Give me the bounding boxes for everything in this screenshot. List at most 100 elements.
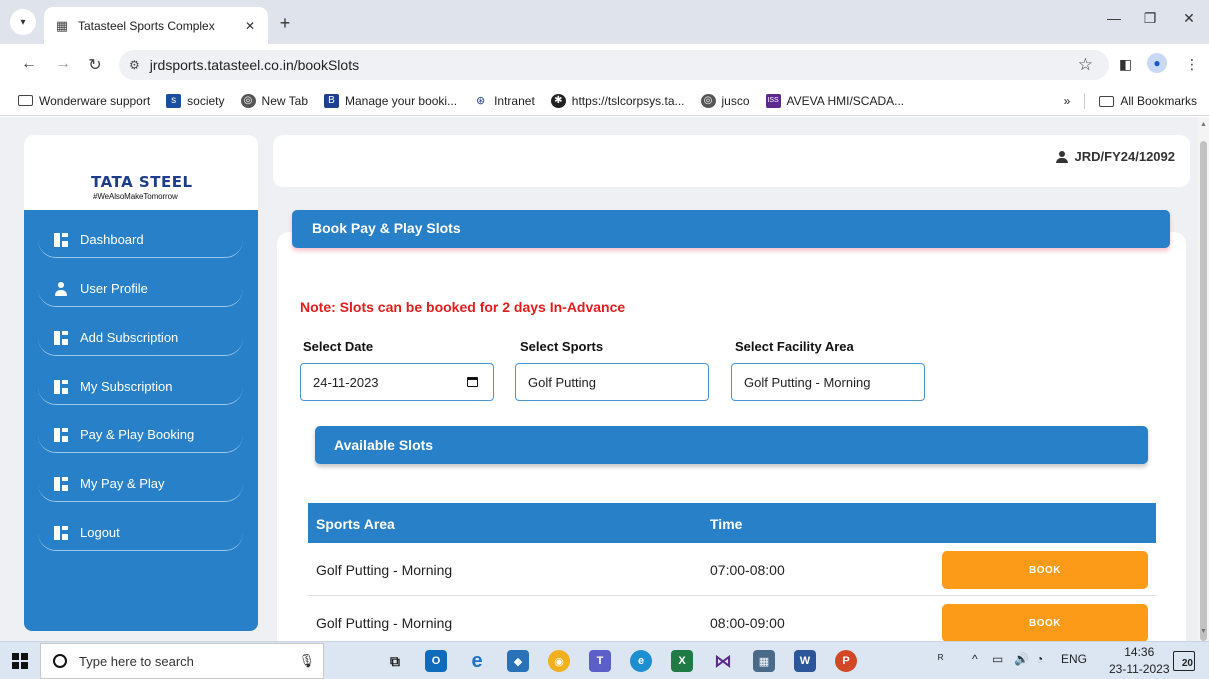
page-title: Book Pay & Play Slots	[292, 210, 1170, 248]
bookmark-aveva[interactable]: ISS AVEVA HMI/SCADA...	[765, 93, 904, 108]
page-scrollbar[interactable]: ▲ ▼	[1198, 117, 1209, 641]
word-icon[interactable]: W	[794, 650, 816, 672]
sports-value: Golf Putting	[528, 374, 596, 390]
all-bookmarks[interactable]: All Bookmarks	[1099, 94, 1197, 108]
windows-taskbar: Type here to search 🎙 ⧉ O e ◆ ◉ T e X ⋈ …	[0, 641, 1209, 679]
sports-label: Select Sports	[520, 339, 604, 354]
date-input[interactable]: 24-11-2023	[300, 363, 494, 401]
tata-steel-logo[interactable]: TATA STEEL	[91, 173, 193, 191]
book-button[interactable]: BOOK	[942, 604, 1148, 641]
sidebar-item-dashboard[interactable]: Dashboard	[38, 222, 243, 258]
tata-icon: ⊛	[473, 93, 489, 108]
sidebar-item-logout[interactable]: Logout	[38, 515, 243, 551]
sports-select[interactable]: Golf Putting	[515, 363, 709, 401]
teams-icon[interactable]: T	[589, 650, 611, 672]
visual-studio-icon[interactable]: ⋈	[712, 650, 734, 672]
task-view-icon[interactable]: ⧉	[384, 650, 406, 672]
calculator-icon[interactable]: ▦	[753, 650, 775, 672]
close-tab-icon[interactable]: ✕	[242, 19, 258, 33]
slot-area: Golf Putting - Morning	[316, 562, 453, 578]
browser-toolbar: ← → ↻ ⚙ jrdsports.tatasteel.co.in/bookSl…	[0, 44, 1209, 86]
tray-overflow-icon[interactable]: ^	[972, 652, 978, 666]
excel-icon[interactable]: X	[671, 650, 693, 672]
bookmark-wonderware[interactable]: Wonderware support	[18, 94, 150, 108]
powerpoint-icon[interactable]: P	[835, 650, 857, 672]
battery-icon[interactable]: ▭	[992, 652, 1003, 666]
outlook-icon[interactable]: O	[425, 650, 447, 672]
grid-icon	[54, 232, 68, 247]
profile-avatar-icon[interactable]: ●	[1147, 53, 1167, 73]
grid-icon	[54, 476, 68, 491]
url-text[interactable]: jrdsports.tatasteel.co.in/bookSlots	[150, 57, 359, 73]
bookmark-jusco[interactable]: ◎ jusco	[700, 93, 750, 108]
page-content: TATA STEEL #WeAlsoMakeTomorrow Dashboard…	[0, 117, 1198, 641]
facility-select[interactable]: Golf Putting - Morning	[731, 363, 925, 401]
volume-icon[interactable]: 🔊	[1014, 652, 1029, 666]
minimize-icon[interactable]: —	[1099, 10, 1129, 26]
chrome-icon: ◎	[700, 93, 716, 108]
bookmark-tslcorpsys[interactable]: ✱ https://tslcorpsys.ta...	[550, 93, 685, 108]
chrome-icon[interactable]: ◉	[548, 650, 570, 672]
new-tab-icon[interactable]: +	[274, 12, 296, 34]
back-icon[interactable]: ←	[18, 55, 40, 73]
notification-center-icon[interactable]: 20	[1173, 651, 1195, 671]
edge-icon[interactable]: e	[630, 650, 652, 672]
sidebar-item-label: My Subscription	[80, 379, 173, 394]
book-button[interactable]: BOOK	[942, 551, 1148, 589]
restore-icon[interactable]: ❐	[1135, 10, 1165, 27]
calendar-icon[interactable]	[467, 377, 478, 387]
bookmark-intranet[interactable]: ⊛ Intranet	[473, 93, 535, 108]
close-window-icon[interactable]: ✕	[1174, 10, 1204, 27]
user-id[interactable]: JRD/FY24/12092	[1055, 149, 1175, 164]
folder-icon	[18, 95, 33, 106]
sidebar-item-label: Pay & Play Booking	[80, 427, 195, 442]
scroll-thumb[interactable]	[1200, 141, 1207, 641]
sidebar-item-add-subscription[interactable]: Add Subscription	[38, 320, 243, 356]
side-panel-icon[interactable]: ◧	[1119, 56, 1132, 73]
bookmark-new-tab[interactable]: ◎ New Tab	[240, 93, 308, 108]
society-icon: s	[166, 93, 182, 108]
grid-icon	[54, 379, 68, 394]
taskbar-search-box[interactable]: Type here to search 🎙	[40, 643, 324, 679]
scroll-down-icon[interactable]: ▼	[1200, 628, 1207, 635]
facility-label: Select Facility Area	[735, 339, 854, 354]
app-icon[interactable]: ◆	[507, 650, 529, 672]
table-row: Golf Putting - Morning 07:00-08:00 BOOK	[308, 543, 1156, 596]
taskbar-clock[interactable]: 14:36 23-11-2023	[1109, 644, 1170, 678]
site-info-icon[interactable]: ⚙	[129, 58, 140, 72]
sidebar-item-label: Dashboard	[80, 232, 144, 247]
wifi-icon[interactable]: ◔	[1036, 652, 1043, 666]
sidebar-item-my-subscription[interactable]: My Subscription	[38, 369, 243, 405]
people-icon[interactable]: ᴿ	[938, 652, 943, 666]
reload-icon[interactable]: ↻	[84, 55, 106, 75]
grid-icon	[54, 330, 68, 345]
tab-search-icon[interactable]: ▾	[10, 9, 36, 35]
bookmark-manage-booking[interactable]: B Manage your booki...	[324, 93, 457, 108]
bookmarks-overflow-icon[interactable]: »	[1064, 94, 1071, 108]
globe-icon: ✱	[550, 93, 566, 108]
slot-time: 07:00-08:00	[710, 562, 785, 578]
address-bar[interactable]: ⚙ jrdsports.tatasteel.co.in/bookSlots ☆	[119, 50, 1109, 80]
slot-area: Golf Putting - Morning	[316, 615, 453, 631]
booking-icon: B	[324, 93, 340, 108]
bookmark-society[interactable]: s society	[166, 93, 225, 108]
folder-icon	[1099, 95, 1115, 107]
scroll-up-icon[interactable]: ▲	[1200, 121, 1207, 128]
bookmark-star-icon[interactable]: ☆	[1078, 55, 1093, 75]
browser-tab[interactable]: ▦ Tatasteel Sports Complex ✕	[44, 7, 268, 44]
microphone-icon[interactable]: 🎙	[298, 653, 315, 669]
sidebar-item-pay-play-booking[interactable]: Pay & Play Booking	[38, 417, 243, 453]
user-icon	[1055, 150, 1068, 163]
language-indicator[interactable]: ENG	[1061, 652, 1087, 666]
menu-icon[interactable]: ⋮	[1185, 56, 1199, 73]
windows-start-icon[interactable]	[12, 653, 28, 669]
grid-icon	[54, 427, 68, 442]
column-header-time: Time	[710, 516, 743, 532]
forward-icon[interactable]: →	[52, 55, 74, 73]
sidebar-item-my-pay-play[interactable]: My Pay & Play	[38, 466, 243, 502]
internet-explorer-icon[interactable]: e	[466, 650, 488, 672]
date-value: 24-11-2023	[313, 374, 379, 390]
sidebar-item-user-profile[interactable]: User Profile	[38, 271, 243, 307]
search-icon	[53, 654, 67, 668]
browser-tabstrip: ▾ ▦ Tatasteel Sports Complex ✕ + — ❐ ✕	[0, 0, 1209, 44]
